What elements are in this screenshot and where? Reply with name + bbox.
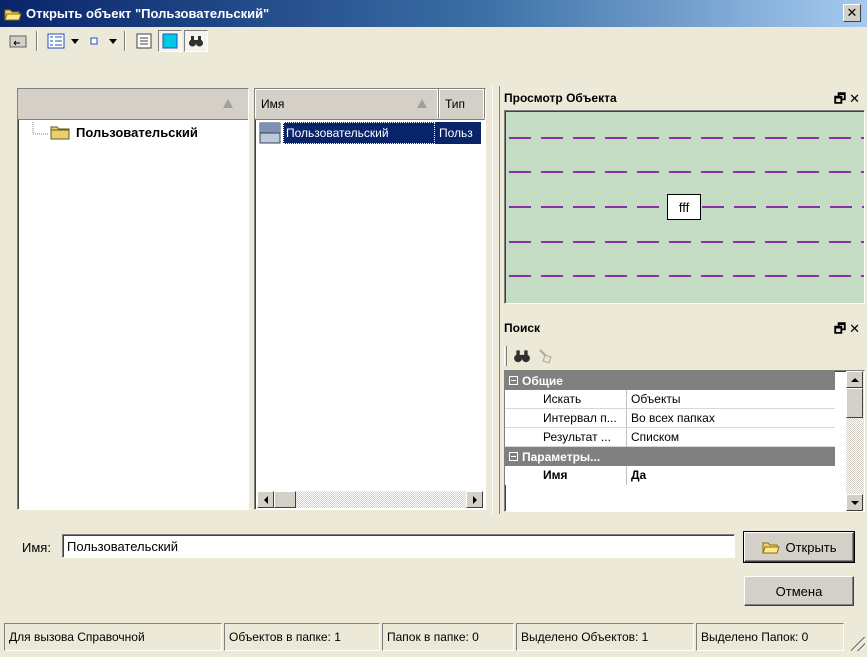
- search-binoculars-icon: [189, 36, 203, 47]
- list-cell-name: Пользовательский: [283, 122, 435, 144]
- search-toolbar: [504, 344, 555, 368]
- search-property-grid[interactable]: Общие Искать Объекты Интервал п... Во вс…: [504, 370, 865, 512]
- object-list-pane[interactable]: Имя Тип Пользовательский Польз: [254, 88, 486, 510]
- close-pane-icon[interactable]: ✕: [849, 321, 863, 336]
- small-icons-view-button[interactable]: [82, 30, 106, 52]
- pane-splitter[interactable]: [492, 86, 500, 514]
- status-folders-in-folder: Папок в папке: 0: [382, 623, 514, 651]
- tree-item-root[interactable]: Пользовательский: [18, 122, 248, 142]
- property-category-label: Общие: [522, 373, 563, 388]
- property-value[interactable]: Да: [627, 466, 835, 485]
- open-folder-icon: [4, 9, 22, 20]
- preview-pane-button[interactable]: [158, 30, 182, 52]
- property-value[interactable]: Списком: [627, 428, 835, 447]
- name-field-label: Имя:: [22, 540, 51, 555]
- property-category-label: Параметры...: [522, 449, 601, 464]
- pane-window-controls[interactable]: 🗗✕: [834, 320, 863, 342]
- scroll-left-button[interactable]: [257, 491, 274, 508]
- property-category-general[interactable]: Общие: [505, 371, 835, 390]
- property-name: Результат ...: [505, 428, 627, 447]
- open-button[interactable]: Открыть: [743, 531, 855, 563]
- property-row[interactable]: Имя Да: [505, 466, 835, 485]
- open-button-label: Открыть: [785, 539, 837, 555]
- property-row[interactable]: Интервал п... Во всех папках: [505, 409, 835, 428]
- search-pane-header: Поиск 🗗✕: [500, 316, 867, 340]
- property-row[interactable]: Результат ... Списком: [505, 428, 835, 447]
- close-pane-icon[interactable]: ✕: [849, 91, 863, 106]
- cancel-button[interactable]: Отмена: [744, 576, 854, 606]
- scroll-thumb[interactable]: [274, 491, 296, 508]
- list-header: Имя Тип: [255, 89, 485, 120]
- property-name: Искать: [505, 390, 627, 409]
- property-category-parameters[interactable]: Параметры...: [505, 447, 835, 466]
- details-view-icon: [47, 33, 65, 49]
- open-folder-icon: [762, 542, 781, 554]
- up-folder-icon: [9, 35, 27, 48]
- preview-canvas: fff: [504, 110, 865, 304]
- column-header-name[interactable]: Имя: [255, 89, 439, 118]
- preview-pane-header: Просмотр Объекта 🗗✕: [500, 86, 867, 110]
- restore-pane-icon[interactable]: 🗗: [834, 321, 849, 336]
- list-pane-icon: [136, 33, 152, 49]
- title-bar[interactable]: Открыть объект "Пользовательский" ✕: [0, 0, 867, 27]
- up-folder-button[interactable]: [6, 30, 30, 52]
- property-value[interactable]: Во всех папках: [627, 409, 835, 428]
- list-horizontal-scrollbar[interactable]: [257, 491, 483, 508]
- scroll-thumb[interactable]: [846, 388, 863, 418]
- toolbar-separator: [36, 31, 38, 51]
- icon-size-dropdown[interactable]: [108, 30, 118, 52]
- preview-pane-icon: [162, 33, 178, 49]
- view-dropdown[interactable]: [70, 30, 80, 52]
- object-icon: [259, 122, 281, 144]
- restore-pane-icon[interactable]: 🗗: [834, 91, 849, 106]
- scroll-down-button[interactable]: [846, 494, 863, 511]
- list-row[interactable]: Пользовательский Польз: [259, 121, 485, 145]
- list-cell-type: Польз: [435, 122, 481, 144]
- property-name: Имя: [505, 466, 627, 485]
- details-view-button[interactable]: [44, 30, 68, 52]
- preview-pane-title: Просмотр Объекта: [504, 91, 617, 105]
- column-header-type-label: Тип: [445, 96, 466, 111]
- cancel-button-label: Отмена: [775, 583, 823, 599]
- window-title: Открыть объект "Пользовательский": [26, 6, 270, 21]
- search-pane-title: Поиск: [504, 321, 541, 335]
- sort-ascending-icon: [223, 99, 233, 108]
- status-selected-folders: Выделено Папок: 0: [696, 623, 844, 651]
- tree-item-label: Пользовательский: [76, 124, 198, 140]
- collapse-icon[interactable]: [509, 452, 518, 461]
- scroll-right-button[interactable]: [466, 491, 483, 508]
- search-binoculars-icon[interactable]: [513, 348, 531, 364]
- status-help: Для вызова Справочной: [4, 623, 222, 651]
- status-objects-in-folder: Объектов в папке: 1: [224, 623, 380, 651]
- name-input-value: Пользовательский: [67, 538, 179, 554]
- resize-grip[interactable]: [851, 637, 865, 651]
- property-name: Интервал п...: [505, 409, 627, 428]
- preview-pane: Просмотр Объекта 🗗✕ fff: [500, 86, 867, 306]
- column-header-type[interactable]: Тип: [439, 89, 485, 118]
- toolbar-grip: [504, 346, 507, 366]
- tree-connector-line: [32, 122, 48, 135]
- clear-brush-icon[interactable]: [537, 347, 555, 365]
- small-icons-view-icon: [90, 37, 98, 45]
- folder-icon: [50, 126, 70, 140]
- scroll-up-button[interactable]: [846, 371, 863, 388]
- sort-ascending-icon: [417, 99, 427, 108]
- toolbar-separator: [124, 31, 126, 51]
- folder-tree-pane[interactable]: Пользовательский: [17, 88, 249, 510]
- property-value[interactable]: Объекты: [627, 390, 835, 409]
- column-header-name-label: Имя: [261, 96, 285, 111]
- pane-window-controls[interactable]: 🗗✕: [834, 90, 863, 112]
- list-pane-button[interactable]: [132, 30, 156, 52]
- property-grid-scrollbar[interactable]: [846, 371, 864, 511]
- search-pane-button[interactable]: [184, 30, 208, 52]
- close-button[interactable]: ✕: [843, 4, 861, 22]
- search-pane: Поиск 🗗✕ Общие Искать Объекты Интервал п…: [500, 314, 867, 514]
- name-input[interactable]: Пользовательский: [62, 534, 735, 558]
- tree-header[interactable]: [18, 89, 248, 120]
- preview-object-box: fff: [667, 194, 701, 220]
- property-row[interactable]: Искать Объекты: [505, 390, 835, 409]
- toolbar: [0, 27, 867, 55]
- collapse-icon[interactable]: [509, 376, 518, 385]
- status-selected-objects: Выделено Объектов: 1: [516, 623, 694, 651]
